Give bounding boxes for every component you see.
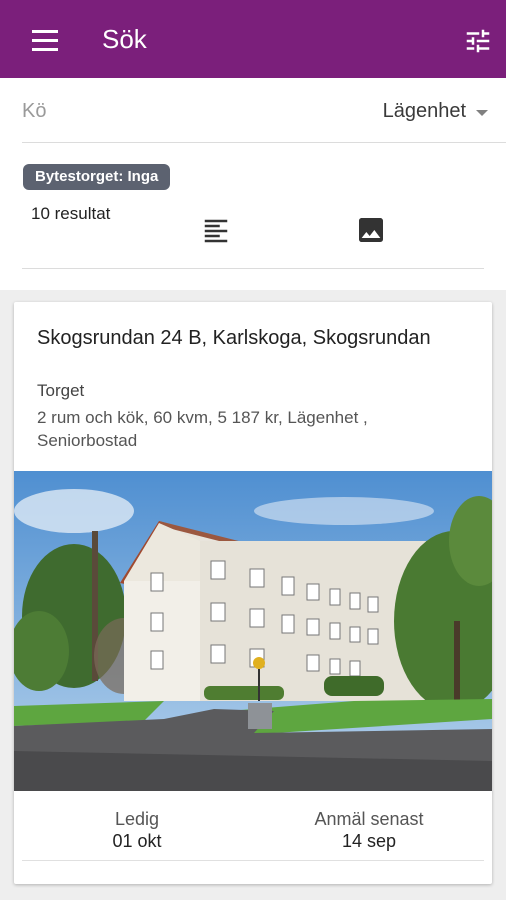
- dropdown-arrow-icon: [476, 109, 488, 116]
- listing-address: Skogsrundan 24 B, Karlskoga, Skogsrundan: [37, 327, 431, 349]
- divider: [22, 142, 506, 143]
- list-view-icon[interactable]: [201, 216, 231, 246]
- listing-area: Torget: [37, 381, 85, 400]
- deadline-label: Anmäl senast: [314, 809, 424, 829]
- available-label: Ledig: [114, 809, 160, 829]
- listing-description: 2 rum och kök, 60 kvm, 5 187 kr, Lägenhe…: [37, 408, 368, 450]
- filter-row: Kö Lägenhet: [22, 84, 506, 142]
- deadline-stat: Anmäl senast 14 sep: [269, 808, 469, 852]
- results-count: 10 resultat: [31, 204, 111, 223]
- queue-input[interactable]: Kö: [22, 100, 46, 123]
- exchange-filter-chip[interactable]: Bytestorget: Inga: [23, 164, 171, 190]
- deadline-value: 14 sep: [341, 831, 397, 851]
- listing-photo[interactable]: [14, 471, 492, 791]
- tune-sliders-icon[interactable]: [460, 26, 496, 56]
- listing-card[interactable]: Skogsrundan 24 B, Karlskoga, Skogsrundan…: [14, 302, 492, 884]
- divider: [22, 268, 484, 269]
- page-title: Sök: [102, 24, 147, 54]
- housing-type-value: Lägenhet: [382, 100, 466, 122]
- card-divider: [22, 860, 484, 861]
- housing-type-select[interactable]: Lägenhet: [383, 100, 488, 123]
- hamburger-menu-icon[interactable]: [22, 22, 68, 58]
- available-stat: Ledig 01 okt: [37, 808, 237, 852]
- image-view-icon[interactable]: [355, 214, 387, 246]
- available-value: 01 okt: [112, 831, 162, 851]
- app-bar: Sök: [0, 0, 506, 78]
